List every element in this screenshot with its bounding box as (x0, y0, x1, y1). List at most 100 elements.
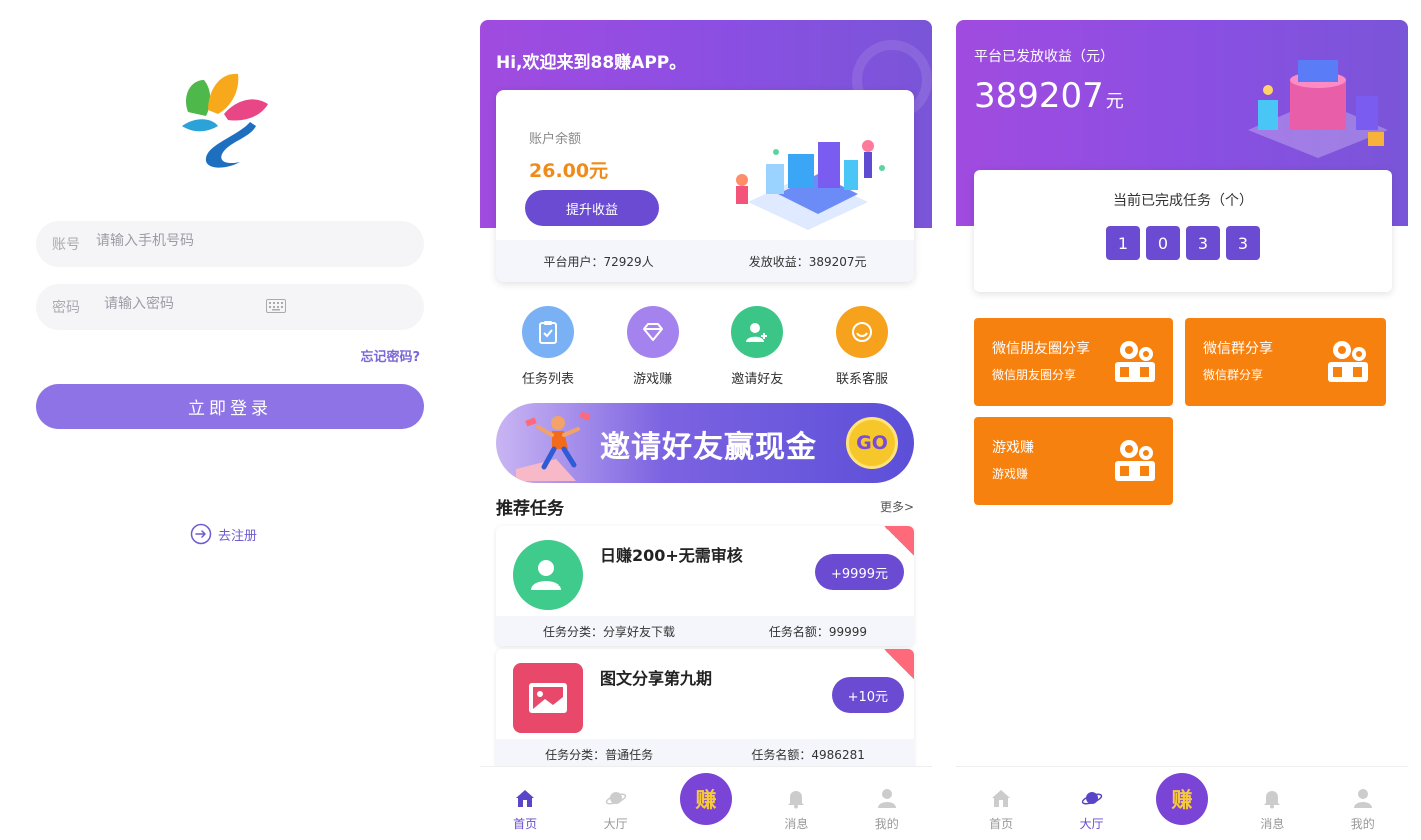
planet-icon (1081, 792, 1102, 805)
earn-button[interactable]: 赚 (1155, 773, 1208, 825)
register-label: 去注册 (218, 528, 258, 544)
user-icon (877, 789, 896, 808)
task-card[interactable]: 日赚200+无需审核 +9999元 任务分类：分享好友下载 任务名额：99999 (496, 526, 914, 646)
balance-card: 账户余额 26.00元 提升收益 平台用户：72929人 发放收益：389207… (496, 90, 914, 282)
task-icon (513, 540, 583, 610)
tab-label: 消息 (1260, 817, 1285, 831)
menu-label: 联系客服 (835, 372, 888, 387)
task-quota: 任务名额：99999 (768, 624, 868, 639)
tab-earn[interactable]: 赚 (1147, 766, 1217, 840)
welcome-text: Hi,欢迎来到88赚APP。 (496, 53, 687, 73)
bell-icon (788, 791, 805, 809)
menu-invite-friends[interactable]: 邀请好友 (705, 306, 809, 390)
share-card-title: 游戏赚 (992, 440, 1034, 456)
counter-digit: 3 (1186, 226, 1220, 260)
tab-label: 消息 (784, 817, 809, 831)
share-card-title: 微信朋友圈分享 (992, 341, 1090, 357)
keyboard-icon[interactable] (266, 299, 286, 313)
menu-label: 任务列表 (521, 372, 574, 387)
password-input[interactable] (104, 296, 344, 312)
menu-game-earn[interactable]: 游戏赚 (601, 306, 705, 390)
banner-go-button[interactable]: GO (846, 417, 898, 469)
service-icon-bg (835, 306, 888, 358)
register-link[interactable]: 去注册 (190, 523, 257, 545)
tab-messages[interactable]: 消息 (761, 766, 831, 840)
menu-task-list[interactable]: 任务列表 (496, 306, 600, 390)
quick-menu: 任务列表 游戏赚 邀请好友 联系客服 (496, 306, 914, 390)
tab-hall[interactable]: 大厅 (581, 766, 651, 840)
account-input[interactable] (96, 233, 336, 249)
invite-banner[interactable]: 邀请好友赢现金 GO (496, 403, 914, 483)
task-name: 日赚200+无需审核 (600, 546, 743, 565)
tab-label: 首页 (513, 817, 538, 831)
tab-home[interactable]: 首页 (490, 766, 560, 840)
password-label: 密码 (52, 300, 80, 316)
section-title: 推荐任务 (496, 499, 564, 519)
counter-digits: 1 0 3 3 (974, 226, 1392, 260)
task-category: 任务分类：普通任务 (545, 747, 654, 762)
share-card-subtitle: 游戏赚 (992, 467, 1029, 481)
menu-customer-service[interactable]: 联系客服 (810, 306, 914, 390)
login-screen: 账号 密码 忘记密码? 立即登录 去注册 (0, 0, 460, 840)
add-user-icon (746, 323, 768, 342)
balance-value: 26.00元 (529, 160, 609, 182)
task-quota: 任务名额：4986281 (751, 747, 865, 762)
tab-hall[interactable]: 大厅 (1057, 766, 1127, 840)
share-card-moments[interactable]: 微信朋友圈分享 微信朋友圈分享 (974, 318, 1173, 406)
task-card[interactable]: 图文分享第九期 +10元 任务分类：普通任务 任务名额：4986281 (496, 649, 914, 769)
tab-label: 我的 (1350, 817, 1375, 831)
pinned-ribbon (884, 649, 914, 679)
share-card-wechat-group[interactable]: 微信群分享 微信群分享 (1185, 318, 1386, 406)
bottom-tab-bar: 首页 大厅 赚 消息 我的 (480, 766, 932, 840)
login-button[interactable]: 立即登录 (36, 384, 424, 429)
image-icon (513, 663, 583, 733)
add-user-icon (513, 540, 583, 610)
home-icon (992, 790, 1011, 807)
chat-smile-icon (851, 322, 872, 342)
earn-button[interactable]: 赚 (679, 773, 732, 825)
tab-mine[interactable]: 我的 (852, 766, 922, 840)
account-label: 账号 (52, 237, 80, 253)
platform-illustration (1248, 60, 1388, 158)
account-field[interactable]: 账号 (36, 221, 424, 267)
home-icon (516, 790, 535, 807)
tab-earn[interactable]: 赚 (671, 766, 741, 840)
home-screen: Hi,欢迎来到88赚APP。 账户余额 26.00元 提升收益 平台用户：729… (480, 20, 932, 840)
counter-digit: 1 (1106, 226, 1140, 260)
tab-messages[interactable]: 消息 (1237, 766, 1307, 840)
menu-label: 游戏赚 (633, 372, 673, 387)
tab-mine[interactable]: 我的 (1328, 766, 1398, 840)
password-field[interactable]: 密码 (36, 284, 424, 330)
video-camera-icon (1115, 440, 1155, 481)
pinned-ribbon (884, 526, 914, 556)
task-category: 任务分类：分享好友下载 (542, 624, 675, 639)
menu-label: 邀请好友 (731, 372, 784, 387)
task-reward-button[interactable]: +9999元 (815, 554, 904, 590)
completed-tasks-card: 当前已完成任务（个） 1 0 3 3 (974, 170, 1392, 292)
share-card-game-earn[interactable]: 游戏赚 游戏赚 (974, 417, 1173, 505)
counter-digit: 3 (1226, 226, 1260, 260)
task-icon (513, 663, 583, 733)
tab-label: 我的 (874, 817, 899, 831)
diamond-icon (642, 323, 663, 341)
more-link[interactable]: 更多> (880, 498, 914, 515)
invite-icon-bg (731, 306, 784, 358)
upgrade-earnings-button[interactable]: 提升收益 (525, 190, 659, 226)
stat-users: 平台用户：72929人 (543, 254, 654, 269)
forgot-password-link[interactable]: 忘记密码? (360, 346, 420, 365)
completed-tasks-title: 当前已完成任务（个） (1113, 193, 1253, 209)
user-icon (1353, 789, 1372, 808)
task-reward-button[interactable]: +10元 (831, 677, 904, 713)
tab-label: 大厅 (603, 817, 628, 831)
tab-home[interactable]: 首页 (966, 766, 1036, 840)
game-earn-icon-bg (626, 306, 679, 358)
recommended-tasks-header: 推荐任务 更多> (496, 494, 914, 520)
earnings-unit: 元 (1105, 91, 1124, 112)
arrow-right-circle-icon (190, 523, 212, 545)
video-camera-icon (1328, 341, 1368, 382)
tab-label: 首页 (989, 817, 1014, 831)
task-meta: 任务分类：分享好友下载 任务名额：99999 (496, 616, 914, 646)
video-camera-icon (1115, 341, 1155, 382)
task-meta: 任务分类：普通任务 任务名额：4986281 (496, 739, 914, 769)
bell-icon (1264, 791, 1281, 809)
